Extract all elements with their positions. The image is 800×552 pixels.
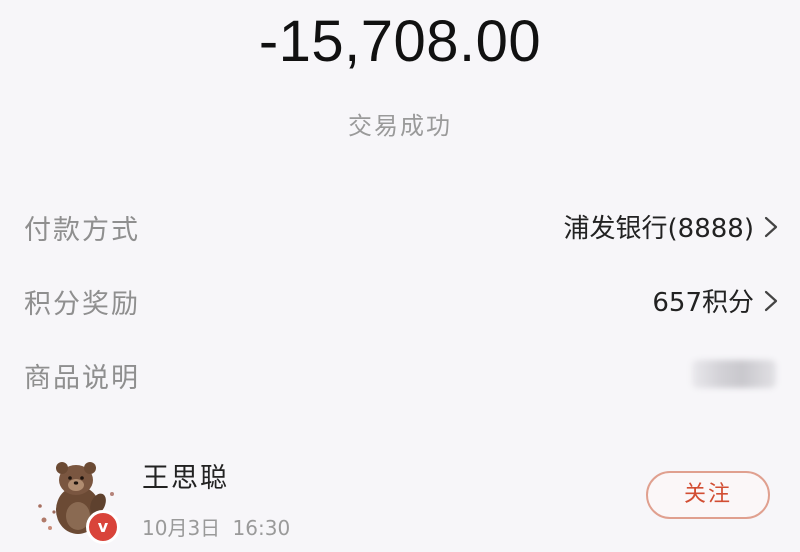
transaction-status: 交易成功 — [348, 112, 452, 140]
blurred-product-description — [692, 360, 776, 388]
payee-name: 王思聪 — [142, 463, 229, 494]
chevron-right-icon — [764, 290, 778, 312]
points-reward-row[interactable]: 积分奖励 657积分 — [0, 270, 800, 330]
follow-button[interactable]: 关注 — [646, 471, 770, 519]
points-reward-label: 积分奖励 — [24, 289, 140, 320]
payment-method-row[interactable]: 付款方式 浦发银行(8888) — [0, 196, 800, 256]
transaction-amount: -15,708.00 — [258, 9, 542, 74]
product-description-label: 商品说明 — [24, 363, 140, 394]
transaction-detail-screen: -15,708.00 交易成功 付款方式 浦发银行(8888) 积分奖励 657… — [0, 0, 800, 552]
product-description-row: 商品说明 — [0, 344, 800, 404]
payment-method-label: 付款方式 — [24, 215, 140, 246]
payee-section: v 王思聪 10月3日 16:30 关注 — [0, 440, 800, 552]
transaction-time: 10月3日 16:30 — [142, 516, 291, 540]
verified-badge-icon: v — [86, 510, 120, 544]
points-reward-value: 657积分 — [652, 288, 754, 318]
chevron-right-icon — [764, 216, 778, 238]
payment-method-value: 浦发银行(8888) — [563, 214, 754, 244]
